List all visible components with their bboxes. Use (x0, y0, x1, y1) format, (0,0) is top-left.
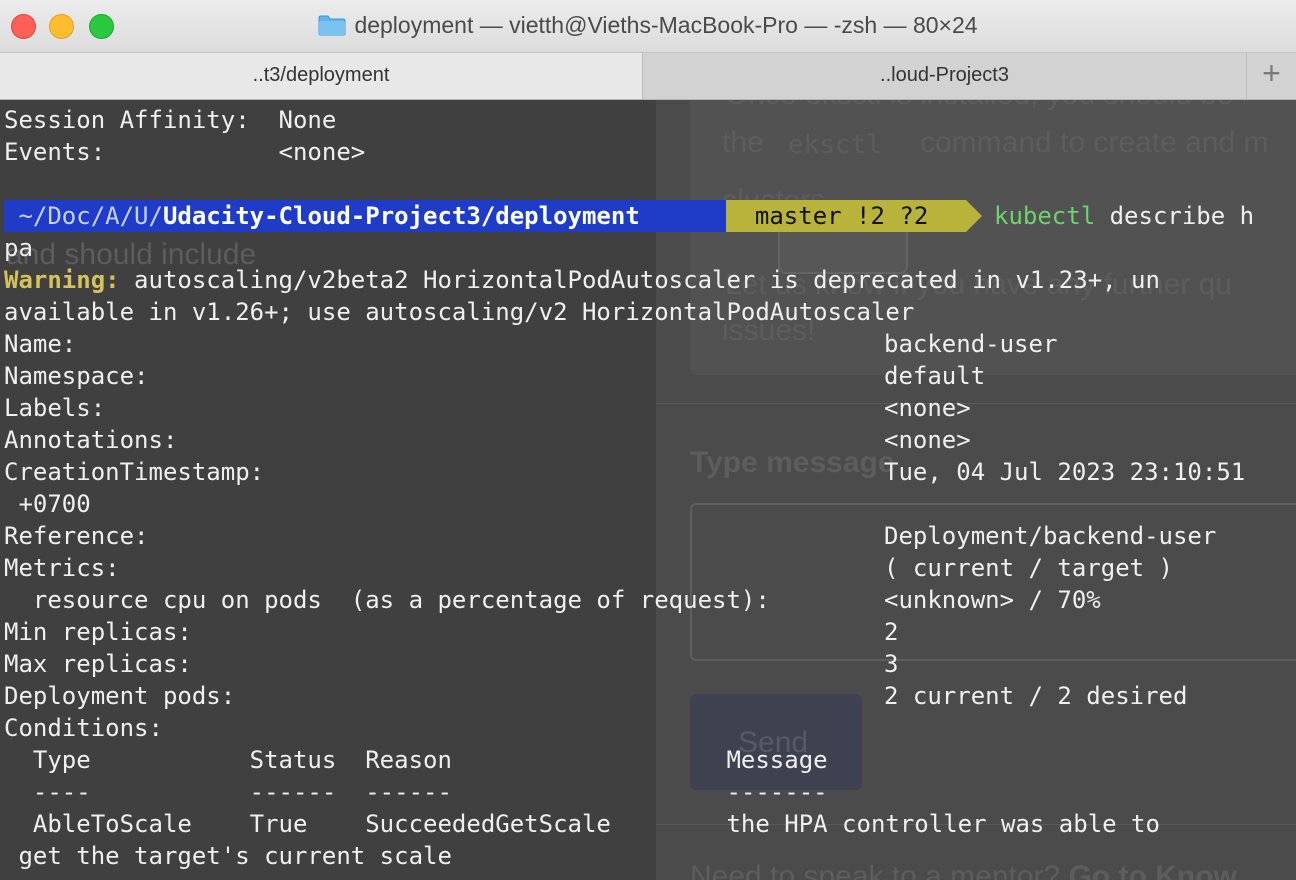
tab-cloud-project3[interactable]: ..loud-Project3 (643, 53, 1247, 99)
prompt-path-dir: Udacity-Cloud-Project3/deployment (162, 202, 655, 230)
output-line: +0700 (4, 490, 91, 518)
output-line: available in v1.26+; use autoscaling/v2 … (4, 298, 915, 326)
field-key: Name: (4, 330, 77, 358)
field-key: Reference: (4, 522, 149, 550)
field-key: Conditions: (4, 714, 163, 742)
field-key: resource cpu on pods (as a percentage of… (4, 586, 770, 614)
tab-deployment[interactable]: ..t3/deployment (0, 53, 643, 99)
prompt-path-prefix: ~/Doc/A/U/ (4, 202, 163, 230)
prompt-command: kubectl describe h (994, 200, 1254, 232)
field-key: CreationTimestamp: (4, 458, 265, 486)
prompt-path-segment: ~/Doc/A/U/Udacity-Cloud-Project3/deploym… (4, 200, 726, 232)
table-row: AbleToScale True SucceededGetScale the H… (4, 810, 1160, 838)
powerline-arrow-icon (966, 200, 982, 232)
new-tab-button[interactable]: + (1247, 53, 1296, 99)
plus-icon: + (1262, 55, 1281, 91)
prompt-git-segment: master !2 ?2 (726, 200, 966, 232)
field-value: Deployment/backend-user (884, 522, 1217, 550)
field-key: Deployment pods: (4, 682, 236, 710)
field-value: 2 (884, 618, 899, 646)
field-key: Max replicas: (4, 650, 192, 678)
output-line: Events: <none> (4, 138, 366, 166)
field-value: ( current / target ) (884, 554, 1173, 582)
command-args: describe h (1095, 202, 1255, 230)
field-value: <unknown> / 70% (884, 586, 1101, 614)
field-key: Min replicas: (4, 618, 192, 646)
window-title: deployment — vietth@Vieths-MacBook-Pro —… (354, 12, 978, 38)
terminal-output[interactable]: Session Affinity: None Events: <none> ~/… (0, 104, 1296, 880)
warning-line: Warning: autoscaling/v2beta2 HorizontalP… (4, 264, 1160, 296)
table-row-continuation: get the target's current scale (4, 842, 452, 870)
field-value: 3 (884, 650, 899, 678)
field-value: default (884, 362, 986, 390)
command-name: kubectl (994, 202, 1096, 230)
window-title-area: deployment — vietth@Vieths-MacBook-Pro —… (0, 12, 1296, 39)
conditions-header: Type Status Reason Message (4, 746, 828, 774)
terminal-window: deployment — vietth@Vieths-MacBook-Pro —… (0, 0, 1296, 880)
conditions-underline: ---- ------ ------ ------- (4, 778, 828, 806)
folder-icon (318, 15, 346, 36)
field-value: <none> (884, 394, 971, 422)
warning-label: Warning: (4, 266, 120, 294)
tab-bar: ..t3/deployment ..loud-Project3 + (0, 53, 1296, 100)
field-value: <none> (884, 426, 971, 454)
shell-prompt: ~/Doc/A/U/Udacity-Cloud-Project3/deploym… (4, 200, 1254, 232)
warning-text: autoscaling/v2beta2 HorizontalPodAutosca… (119, 266, 1160, 294)
field-value: backend-user (884, 330, 1058, 358)
field-key: Metrics: (4, 554, 120, 582)
field-key: Namespace: (4, 362, 149, 390)
field-value: 2 current / 2 desired (884, 682, 1188, 710)
tab-label: ..t3/deployment (252, 64, 390, 86)
field-key: Labels: (4, 394, 106, 422)
tab-label: ..loud-Project3 (880, 64, 1009, 86)
title-bar[interactable]: deployment — vietth@Vieths-MacBook-Pro —… (0, 0, 1296, 53)
output-line: pa (4, 234, 33, 262)
field-value: Tue, 04 Jul 2023 23:10:51 (884, 458, 1246, 486)
output-line: Session Affinity: None (4, 106, 337, 134)
field-key: Annotations: (4, 426, 178, 454)
